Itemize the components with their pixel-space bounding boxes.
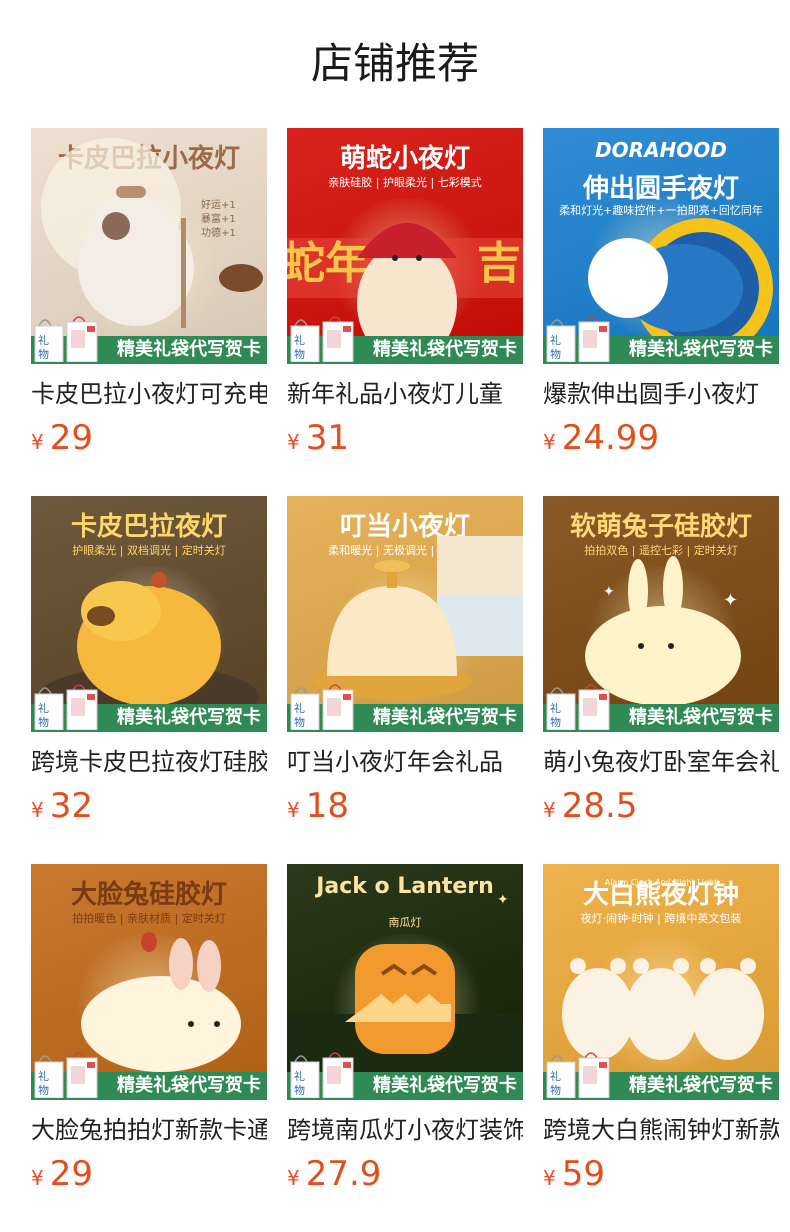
product-name[interactable]: 萌小兔夜灯卧室年会礼 (543, 746, 779, 778)
product-price: ¥18 (287, 786, 349, 826)
product-price: ¥32 (31, 786, 93, 826)
currency-symbol: ¥ (287, 798, 300, 822)
gift-bag-icon: 礼物 (545, 312, 615, 363)
svg-text:物: 物 (550, 1083, 561, 1097)
product-thumbnail[interactable]: 大脸兔硅胶灯 拍拍暖色 | 亲肤材质 | 定时关灯 精美礼袋代写贺卡礼物 (31, 864, 267, 1100)
product-thumbnail[interactable]: Jack o Lantern 南瓜灯 ✦ 精美礼袋代写贺卡礼物 (287, 864, 523, 1100)
svg-text:物: 物 (550, 347, 561, 361)
product-name[interactable]: 新年礼品小夜灯儿童 (287, 378, 523, 410)
svg-text:✦: ✦ (723, 590, 738, 611)
svg-text:物: 物 (294, 347, 305, 361)
price-value: 27.9 (305, 1154, 382, 1194)
product-name[interactable]: 爆款伸出圆手小夜灯 (543, 378, 779, 410)
product-price: ¥27.9 (287, 1154, 381, 1194)
product-price: ¥59 (543, 1154, 605, 1194)
svg-text:物: 物 (294, 1083, 305, 1097)
gift-bag-icon: 礼物 (33, 312, 103, 363)
gift-bag-icon: 礼物 (33, 680, 103, 731)
product-thumbnail[interactable]: 叮当小夜灯柔和暖光 | 无极调光 | 延时熄灯BUTTERBook of精美礼袋… (287, 496, 523, 732)
svg-text:物: 物 (38, 347, 49, 361)
svg-text:礼: 礼 (294, 1069, 305, 1083)
product-name[interactable]: 叮当小夜灯年会礼品 (287, 746, 523, 778)
gift-banner-text: 精美礼袋代写贺卡 (117, 707, 261, 728)
product-price: ¥31 (287, 418, 349, 458)
product-name[interactable]: 大脸兔拍拍灯新款卡通 (31, 1114, 267, 1146)
svg-text:物: 物 (38, 1083, 49, 1097)
price-value: 59 (561, 1154, 605, 1194)
product-card[interactable]: 卡皮巴拉小夜灯好运+1暴富+1功德+1精美礼袋代写贺卡礼物卡皮巴拉小夜灯可充电¥… (31, 128, 267, 458)
product-price: ¥29 (31, 1154, 93, 1194)
product-name[interactable]: 跨境南瓜灯小夜灯装饰 (287, 1114, 523, 1146)
svg-text:礼: 礼 (294, 333, 305, 347)
currency-symbol: ¥ (543, 430, 556, 454)
product-name[interactable]: 跨境大白熊闹钟灯新款 (543, 1114, 779, 1146)
currency-symbol: ¥ (543, 1166, 556, 1190)
gift-banner-text: 精美礼袋代写贺卡 (373, 1075, 517, 1096)
gift-banner-text: 精美礼袋代写贺卡 (373, 707, 517, 728)
product-card[interactable]: 伸出圆手夜灯柔和灯光+趣味控件+一拍即亮+回忆同年DORAHOODDORAHOO… (543, 128, 779, 458)
product-card[interactable]: 软萌兔子硅胶灯 拍拍双色 | 遥控七彩 | 定时关灯 ✦ ✦ 精美礼袋代写贺卡礼物萌小兔… (543, 496, 779, 826)
svg-text:物: 物 (38, 715, 49, 729)
currency-symbol: ¥ (543, 798, 556, 822)
price-value: 18 (305, 786, 349, 826)
svg-text:礼: 礼 (550, 333, 561, 347)
gift-bag-icon: 礼物 (289, 1048, 359, 1099)
currency-symbol: ¥ (31, 430, 44, 454)
svg-text:礼: 礼 (38, 333, 49, 347)
currency-symbol: ¥ (287, 430, 300, 454)
price-value: 24.99 (561, 418, 660, 458)
gift-bag-icon: 礼物 (289, 680, 359, 731)
svg-text:礼: 礼 (38, 701, 49, 715)
price-value: 31 (305, 418, 349, 458)
svg-text:物: 物 (550, 715, 561, 729)
svg-text:礼: 礼 (38, 1069, 49, 1083)
svg-text:吉: 吉 (477, 238, 521, 289)
gift-bag-icon: 礼物 (33, 1048, 103, 1099)
svg-text:✦: ✦ (497, 892, 509, 908)
product-price: ¥29 (31, 418, 93, 458)
product-card[interactable]: 大脸兔硅胶灯 拍拍暖色 | 亲肤材质 | 定时关灯 精美礼袋代写贺卡礼物大脸兔拍拍灯… (31, 864, 267, 1194)
svg-text:蛇年: 蛇年 (287, 238, 369, 289)
product-card[interactable]: Jack o Lantern 南瓜灯 ✦ 精美礼袋代写贺卡礼物跨境南瓜灯小夜灯装饰 ¥2… (287, 864, 523, 1194)
product-thumbnail[interactable]: 伸出圆手夜灯柔和灯光+趣味控件+一拍即亮+回忆同年DORAHOODDORAHOO… (543, 128, 779, 364)
svg-text:礼: 礼 (294, 701, 305, 715)
svg-text:礼: 礼 (550, 1069, 561, 1083)
svg-text:物: 物 (294, 715, 305, 729)
gift-banner-text: 精美礼袋代写贺卡 (629, 707, 773, 728)
currency-symbol: ¥ (31, 798, 44, 822)
product-card[interactable]: 卡皮巴拉夜灯 护眼柔光 | 双档调光 | 定时关灯 精美礼袋代写贺卡礼物跨境卡皮巴拉… (31, 496, 267, 826)
product-card[interactable]: 大白熊夜灯钟 夜灯·闹钟·时钟 | 跨境中英文包装 Alarm Clock And … (543, 864, 779, 1194)
gift-bag-icon: 礼物 (545, 680, 615, 731)
gift-banner-text: 精美礼袋代写贺卡 (117, 1075, 261, 1096)
product-price: ¥24.99 (543, 418, 659, 458)
product-thumbnail[interactable]: 萌蛇小夜灯 亲肤硅胶 | 护眼柔光 | 七彩模式 蛇年吉精美礼袋代写贺卡礼物 (287, 128, 523, 364)
currency-symbol: ¥ (287, 1166, 300, 1190)
gift-bag-icon: 礼物 (545, 1048, 615, 1099)
price-value: 28.5 (561, 786, 638, 826)
price-value: 32 (49, 786, 93, 826)
gift-bag-icon: 礼物 (289, 312, 359, 363)
product-price: ¥28.5 (543, 786, 637, 826)
product-card[interactable]: 叮当小夜灯柔和暖光 | 无极调光 | 延时熄灯BUTTERBook of精美礼袋… (287, 496, 523, 826)
product-thumbnail[interactable]: 软萌兔子硅胶灯 拍拍双色 | 遥控七彩 | 定时关灯 ✦ ✦ 精美礼袋代写贺卡礼物 (543, 496, 779, 732)
product-name[interactable]: 跨境卡皮巴拉夜灯硅胶 (31, 746, 267, 778)
product-thumbnail[interactable]: 卡皮巴拉小夜灯好运+1暴富+1功德+1精美礼袋代写贺卡礼物 (31, 128, 267, 364)
currency-symbol: ¥ (31, 1166, 44, 1190)
product-thumbnail[interactable]: 卡皮巴拉夜灯 护眼柔光 | 双档调光 | 定时关灯 精美礼袋代写贺卡礼物 (31, 496, 267, 732)
svg-text:✦: ✦ (603, 584, 615, 600)
gift-banner-text: 精美礼袋代写贺卡 (373, 339, 517, 360)
gift-banner-text: 精美礼袋代写贺卡 (117, 339, 261, 360)
product-card[interactable]: 萌蛇小夜灯 亲肤硅胶 | 护眼柔光 | 七彩模式 蛇年吉精美礼袋代写贺卡礼物新年礼品… (287, 128, 523, 458)
product-thumbnail[interactable]: 大白熊夜灯钟 夜灯·闹钟·时钟 | 跨境中英文包装 Alarm Clock And … (543, 864, 779, 1100)
gift-banner-text: 精美礼袋代写贺卡 (629, 1075, 773, 1096)
svg-text:礼: 礼 (550, 701, 561, 715)
gift-banner-text: 精美礼袋代写贺卡 (629, 339, 773, 360)
price-value: 29 (49, 418, 93, 458)
price-value: 29 (49, 1154, 93, 1194)
product-name[interactable]: 卡皮巴拉小夜灯可充电 (31, 378, 267, 410)
page-title: 店铺推荐 (310, 39, 479, 88)
